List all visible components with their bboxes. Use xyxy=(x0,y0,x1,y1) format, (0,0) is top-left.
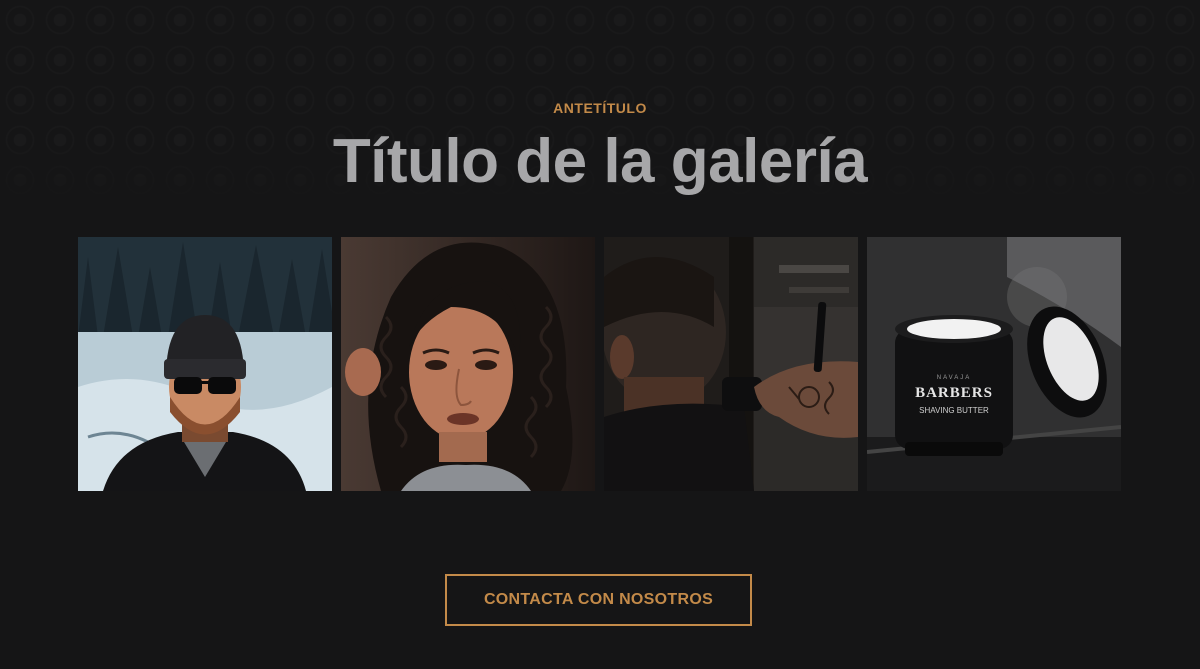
jar-brand: BARBERS xyxy=(915,385,993,401)
gallery-image-woman-curly-hair[interactable] xyxy=(341,237,595,491)
gallery-image-barber-at-work[interactable] xyxy=(604,237,858,491)
gallery-image-man-beanie[interactable] xyxy=(78,237,332,491)
jar-brand-small: NAVAJA xyxy=(937,375,971,381)
section-eyebrow: ANTETÍTULO xyxy=(553,100,647,116)
contact-button[interactable]: CONTACTA CON NOSOTROS xyxy=(445,574,752,626)
gallery-title: Título de la galería xyxy=(332,127,868,196)
jar-product: SHAVING BUTTER xyxy=(919,406,989,415)
gallery-image-shaving-butter[interactable]: NAVAJA BARBERS SHAVING BUTTER xyxy=(867,237,1121,491)
image-gallery: NAVAJA BARBERS SHAVING BUTTER xyxy=(78,237,1122,491)
